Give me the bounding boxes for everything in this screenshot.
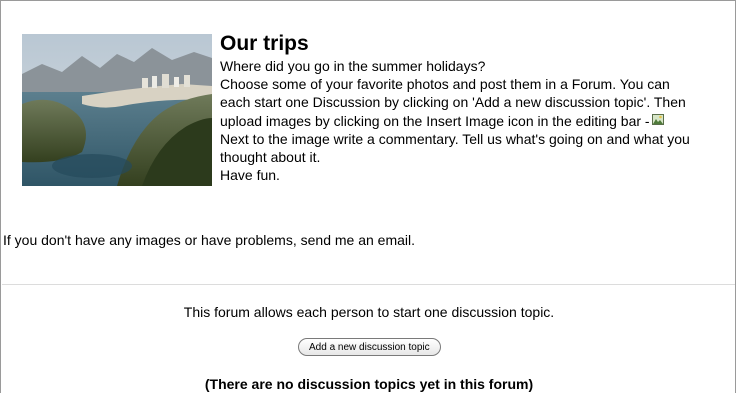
intro-line: Next to the image write a commentary. Te… [220, 131, 690, 147]
empty-topics-message: (There are no discussion topics yet in t… [204, 376, 534, 392]
intro-line: Have fun. [220, 167, 280, 183]
section-divider [2, 284, 735, 285]
intro-line: Where did you go in the summer holidays? [220, 58, 486, 74]
insert-image-icon [651, 111, 664, 125]
landscape-photo [22, 34, 212, 186]
intro-text: Our trips Where did you go in the summer… [220, 31, 734, 184]
intro-line: each start one Discussion by clicking on… [220, 94, 686, 110]
intro-line-with-icon: upload images by clicking on the Insert … [220, 111, 734, 130]
forum-rule-text: This forum allows each person to start o… [183, 304, 555, 320]
forum-page-frame: Our trips Where did you go in the summer… [0, 0, 736, 393]
intro-line: upload images by clicking on the Insert … [220, 113, 650, 129]
page-title: Our trips [220, 32, 309, 55]
add-discussion-topic-button[interactable]: Add a new discussion topic [298, 338, 441, 356]
intro-line: Choose some of your favorite photos and … [220, 76, 670, 92]
intro-line: thought about it. [220, 149, 321, 165]
intro-footer-line: If you don't have any images or have pro… [3, 232, 416, 248]
